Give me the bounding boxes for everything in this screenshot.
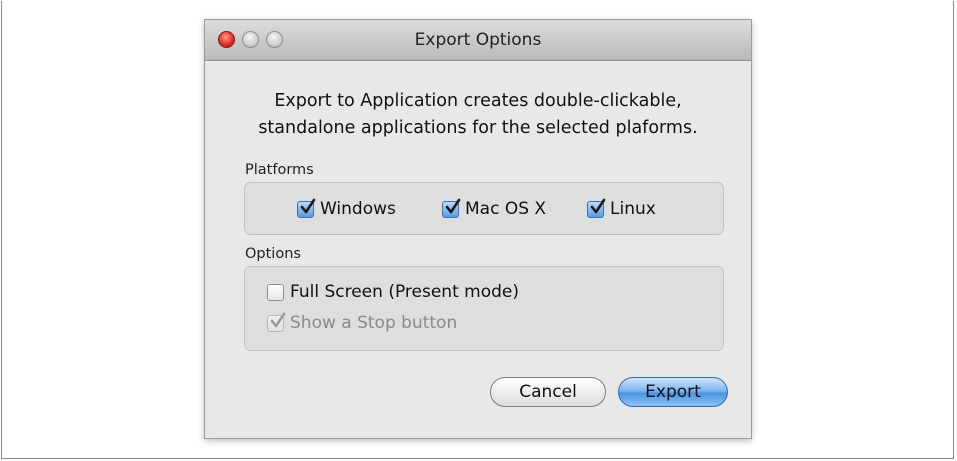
windows-checkbox-box[interactable] [297,198,316,218]
checkmark-icon [270,312,286,327]
cancel-button[interactable]: Cancel [490,377,606,407]
full-screen-checkbox[interactable]: Full Screen (Present mode) [267,282,519,302]
mac-os-x-label: Mac OS X [465,199,547,219]
show-stop-button-checkbox[interactable]: Show a Stop button [267,312,458,333]
mac-os-x-checkbox[interactable]: Mac OS X [442,198,547,219]
show-stop-button-label: Show a Stop button [290,313,458,333]
full-screen-checkbox-box[interactable] [267,283,284,301]
full-screen-label: Full Screen (Present mode) [290,282,519,302]
export-button[interactable]: Export [618,377,728,407]
description-line-2: standalone applications for the selected… [258,118,698,138]
platforms-label: Platforms [245,162,314,178]
checkmark-icon [445,198,461,213]
options-group: Full Screen (Present mode) Show a Stop b… [244,266,724,351]
mac-os-x-checkbox-box[interactable] [442,198,461,218]
title-bar[interactable]: Export Options [205,20,751,61]
checkmark-icon [590,198,606,213]
options-label: Options [245,246,301,262]
linux-checkbox[interactable]: Linux [587,198,656,219]
description-line-1: Export to Application creates double-cli… [274,91,682,111]
windows-label: Windows [320,199,396,219]
platforms-group: Windows Mac OS X Linux [244,182,724,235]
window-title: Export Options [414,30,542,50]
linux-label: Linux [610,199,656,219]
windows-checkbox[interactable]: Windows [297,198,396,219]
export-options-dialog: Export Options Export to Application cre… [204,19,752,439]
linux-checkbox-box[interactable] [587,198,606,218]
show-stop-button-checkbox-box[interactable] [267,312,286,332]
description-text: Export to Application creates double-cli… [205,88,751,142]
checkmark-icon [300,198,316,213]
